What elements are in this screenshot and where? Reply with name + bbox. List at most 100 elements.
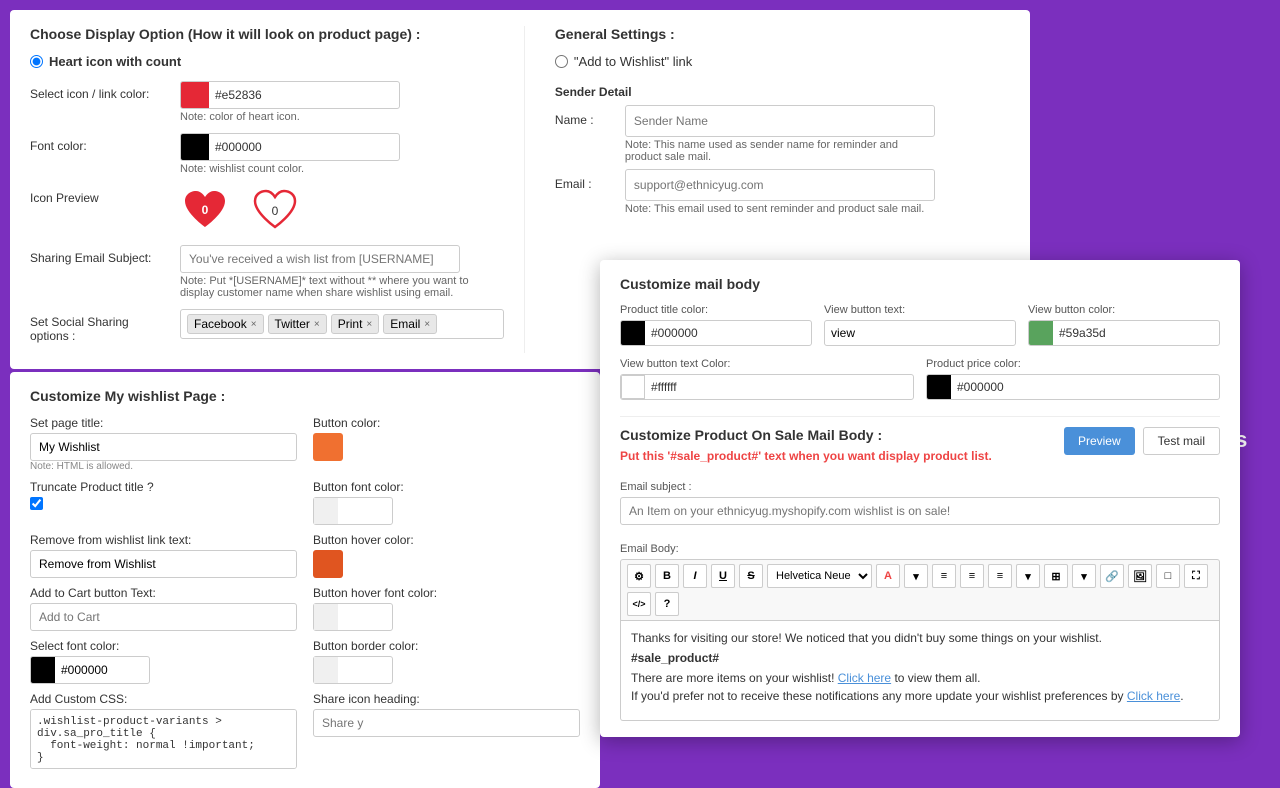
heart-outline-icon: 0 [250, 185, 300, 235]
toolbar-image-btn[interactable]: 🖼 [1128, 564, 1152, 588]
truncate-checkbox-row[interactable] [30, 497, 297, 510]
toolbar-special-btn[interactable]: ⚙ [627, 564, 651, 588]
product-title-color-input[interactable]: #000000 [620, 320, 812, 346]
main-content: Choose Display Option (How it will look … [10, 10, 1040, 710]
icon-color-note: Note: color of heart icon. [180, 111, 504, 123]
toolbar-align-btn[interactable]: ≡ [988, 564, 1012, 588]
font-select[interactable]: Helvetica Neue [767, 564, 872, 588]
toolbar-video-btn[interactable]: □ [1156, 564, 1180, 588]
remove-field: Remove from wishlist link text: [30, 533, 297, 578]
sender-name-input[interactable] [625, 105, 935, 137]
tag-print-remove[interactable]: × [366, 319, 372, 330]
email-subject-input[interactable] [180, 245, 460, 273]
mail-action-buttons: Preview Test mail [1064, 427, 1220, 455]
toolbar-strike-btn[interactable]: S [739, 564, 763, 588]
preview-button[interactable]: Preview [1064, 427, 1135, 455]
view-btn-color-value: #59a35d [1053, 326, 1219, 340]
icon-color-group: #e52836 Note: color of heart icon. [180, 81, 504, 123]
toolbar-font-color-arrow[interactable]: ▾ [904, 564, 928, 588]
page-title-field: Set page title: Note: HTML is allowed. [30, 416, 297, 472]
toolbar-fullscreen-btn[interactable]: ⛶ [1184, 564, 1208, 588]
button-font-color-label: Button font color: [313, 480, 580, 494]
button-font-color-field: Button font color: [313, 480, 580, 525]
button-hover-color-label: Button hover color: [313, 533, 580, 547]
button-hover-color-swatch[interactable] [313, 550, 343, 578]
product-title-color-label: Product title color: [620, 304, 812, 316]
editor-body[interactable]: Thanks for visiting our store! We notice… [620, 621, 1220, 721]
email-subject-input[interactable] [620, 497, 1220, 525]
tag-email[interactable]: Email × [383, 314, 437, 334]
sender-email-input[interactable] [625, 169, 935, 201]
view-btn-text-input[interactable] [824, 320, 1016, 346]
button-hover-font-swatch [314, 604, 338, 630]
font-color-input[interactable]: #000000 [180, 133, 400, 161]
add-to-cart-input[interactable] [30, 603, 297, 631]
truncate-checkbox[interactable] [30, 497, 43, 510]
button-border-color-label: Button border color: [313, 639, 580, 653]
email-field-label: Email : [555, 169, 615, 191]
view-btn-text-swatch [621, 375, 645, 399]
tag-facebook-remove[interactable]: × [251, 319, 257, 330]
wishlist-link-label: "Add to Wishlist" link [574, 54, 692, 69]
font-color-group: #000000 Note: wishlist count color. [180, 133, 504, 175]
product-price-color-input[interactable]: #000000 [926, 374, 1220, 400]
sale-section-title: Customize Product On Sale Mail Body : [620, 427, 992, 443]
toolbar-html-btn[interactable]: </> [627, 592, 651, 616]
sender-detail-label: Sender Detail [555, 85, 1010, 99]
click-here-link-1[interactable]: Click here [838, 671, 891, 685]
wishlist-link-row[interactable]: "Add to Wishlist" link [555, 54, 1010, 69]
share-icon-heading-label: Share icon heading: [313, 692, 580, 706]
view-btn-text-color-value: #ffffff [645, 380, 913, 394]
tag-twitter[interactable]: Twitter × [268, 314, 327, 334]
tag-facebook[interactable]: Facebook × [187, 314, 264, 334]
wishlist-page-grid: Set page title: Note: HTML is allowed. B… [30, 416, 580, 772]
button-font-color-input[interactable] [313, 497, 393, 525]
wishlist-page-panel: Customize My wishlist Page : Set page ti… [10, 372, 600, 788]
toolbar-ol-btn[interactable]: ≡ [960, 564, 984, 588]
heart-icon-radio[interactable] [30, 55, 43, 68]
toolbar-link-btn[interactable]: 🔗 [1100, 564, 1124, 588]
tag-email-remove[interactable]: × [424, 319, 430, 330]
toolbar-font-color-btn[interactable]: A [876, 564, 900, 588]
click-here-link-2[interactable]: Click here [1127, 689, 1180, 703]
wishlist-link-radio[interactable] [555, 55, 568, 68]
button-color-swatch[interactable] [313, 433, 343, 461]
toolbar-bold-btn[interactable]: B [655, 564, 679, 588]
name-note: Note: This name used as sender name for … [625, 139, 935, 163]
remove-input[interactable] [30, 550, 297, 578]
wishlist-page-title: Customize My wishlist Page : [30, 388, 580, 404]
email-subject-label: Sharing Email Subject: [30, 245, 170, 265]
toolbar-table-btn[interactable]: ⊞ [1044, 564, 1068, 588]
button-border-swatch [314, 657, 338, 683]
toolbar-italic-btn[interactable]: I [683, 564, 707, 588]
select-font-color-label: Select font color: [30, 639, 297, 653]
toolbar-help-btn[interactable]: ? [655, 592, 679, 616]
custom-css-input[interactable]: .wishlist-product-variants > div.sa_pro_… [30, 709, 297, 769]
left-section: Choose Display Option (How it will look … [30, 26, 525, 353]
button-border-color-input[interactable] [313, 656, 393, 684]
tag-twitter-remove[interactable]: × [314, 319, 320, 330]
toolbar-ul-btn[interactable]: ≡ [932, 564, 956, 588]
remove-label: Remove from wishlist link text: [30, 533, 297, 547]
share-icon-heading-input[interactable] [313, 709, 580, 737]
social-tag-input[interactable]: Facebook × Twitter × Print × Email × [180, 309, 504, 339]
view-btn-color-field: View button color: #59a35d [1028, 304, 1220, 346]
button-hover-font-input[interactable] [313, 603, 393, 631]
icon-color-input[interactable]: #e52836 [180, 81, 400, 109]
toolbar-align-arrow[interactable]: ▾ [1016, 564, 1040, 588]
button-color-label: Button color: [313, 416, 580, 430]
toolbar-table-arrow[interactable]: ▾ [1072, 564, 1096, 588]
tag-print[interactable]: Print × [331, 314, 380, 334]
tag-print-label: Print [338, 317, 363, 331]
product-price-color-label: Product price color: [926, 358, 1220, 370]
heart-icon-radio-row[interactable]: Heart icon with count [30, 54, 504, 69]
icon-color-value: #e52836 [209, 88, 399, 102]
toolbar-underline-btn[interactable]: U [711, 564, 735, 588]
view-btn-color-input[interactable]: #59a35d [1028, 320, 1220, 346]
test-mail-button[interactable]: Test mail [1143, 427, 1220, 455]
email-subject-field: Email subject : [620, 481, 1220, 535]
font-color-input-row[interactable]: #000000 [30, 656, 150, 684]
page-title-input[interactable] [30, 433, 297, 461]
view-btn-text-color-input[interactable]: #ffffff [620, 374, 914, 400]
icon-color-swatch [181, 81, 209, 109]
